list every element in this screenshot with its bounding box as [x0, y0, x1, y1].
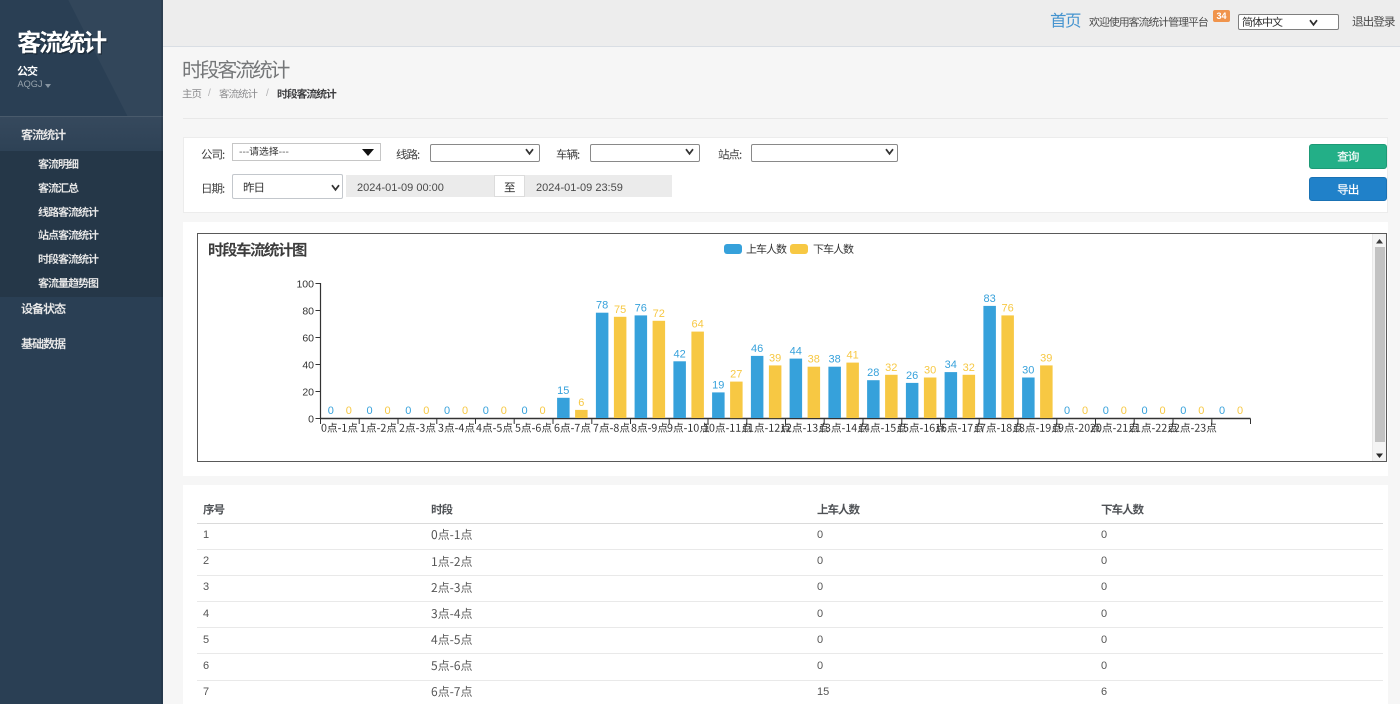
svg-text:46: 46 — [751, 343, 763, 355]
svg-text:38: 38 — [828, 354, 840, 366]
svg-text:19: 19 — [712, 379, 724, 391]
svg-text:72: 72 — [653, 308, 665, 320]
svg-text:0: 0 — [1237, 405, 1243, 417]
svg-text:0: 0 — [1142, 405, 1148, 417]
svg-text:27: 27 — [730, 369, 742, 381]
svg-text:0: 0 — [1064, 405, 1070, 417]
svg-text:28: 28 — [867, 367, 879, 379]
svg-text:0: 0 — [405, 405, 411, 417]
svg-text:34: 34 — [945, 359, 957, 371]
svg-text:32: 32 — [885, 362, 897, 374]
svg-text:0: 0 — [328, 405, 334, 417]
svg-text:0: 0 — [462, 405, 468, 417]
svg-text:75: 75 — [614, 304, 626, 316]
svg-text:76: 76 — [635, 302, 647, 314]
svg-text:0: 0 — [1180, 405, 1186, 417]
svg-text:39: 39 — [769, 352, 781, 364]
svg-text:0: 0 — [308, 413, 314, 425]
svg-text:26: 26 — [906, 370, 918, 382]
svg-text:6: 6 — [578, 397, 584, 409]
svg-text:0: 0 — [1160, 405, 1166, 417]
svg-text:0: 0 — [483, 405, 489, 417]
svg-text:64: 64 — [691, 319, 703, 331]
svg-text:0: 0 — [346, 405, 352, 417]
svg-text:38: 38 — [808, 354, 820, 366]
svg-text:39: 39 — [1040, 352, 1052, 364]
svg-text:76: 76 — [1001, 302, 1013, 314]
svg-text:78: 78 — [596, 300, 608, 312]
svg-text:0: 0 — [1082, 405, 1088, 417]
svg-text:20: 20 — [302, 386, 314, 398]
svg-text:32: 32 — [963, 362, 975, 374]
svg-text:60: 60 — [302, 332, 314, 344]
svg-text:100: 100 — [296, 278, 314, 290]
svg-text:0: 0 — [423, 405, 429, 417]
svg-text:0: 0 — [367, 405, 373, 417]
svg-text:0: 0 — [1198, 405, 1204, 417]
svg-text:15: 15 — [557, 385, 569, 397]
svg-text:80: 80 — [302, 305, 314, 317]
svg-text:41: 41 — [846, 350, 858, 362]
svg-text:83: 83 — [983, 293, 995, 305]
svg-text:0: 0 — [1219, 405, 1225, 417]
svg-text:44: 44 — [790, 346, 802, 358]
svg-text:0: 0 — [540, 405, 546, 417]
svg-text:30: 30 — [924, 365, 936, 377]
svg-text:0: 0 — [522, 405, 528, 417]
svg-text:0: 0 — [501, 405, 507, 417]
svg-text:0: 0 — [444, 405, 450, 417]
svg-text:42: 42 — [673, 348, 685, 360]
svg-text:40: 40 — [302, 359, 314, 371]
svg-text:30: 30 — [1022, 365, 1034, 377]
svg-text:0: 0 — [1103, 405, 1109, 417]
svg-text:0: 0 — [385, 405, 391, 417]
svg-text:0: 0 — [1121, 405, 1127, 417]
